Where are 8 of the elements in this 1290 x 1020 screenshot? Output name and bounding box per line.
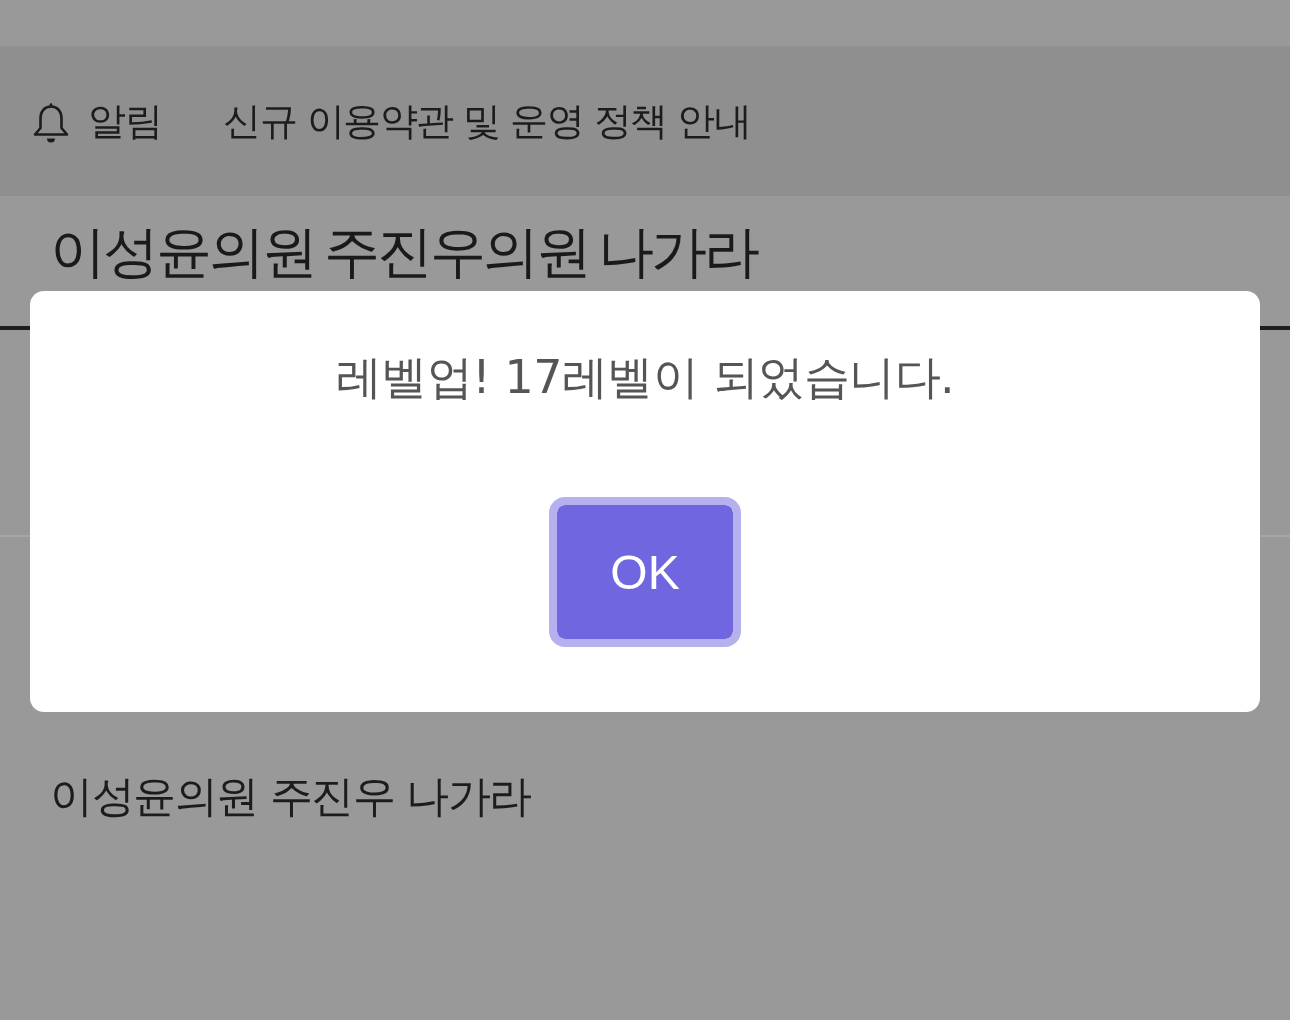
dialog-message: 레벨업! 17레벨이 되었습니다. (335, 350, 955, 406)
ok-button[interactable]: OK (549, 497, 741, 648)
notice-bar[interactable]: 알림 신규 이용약관 및 운영 정책 안내 (0, 47, 1290, 196)
notice-label: 알림 (88, 98, 161, 145)
bell-icon (32, 101, 70, 144)
post-title: 이성윤의원 주진우의원 나가라 (50, 218, 757, 286)
notice-message[interactable]: 신규 이용약관 및 운영 정책 안내 (223, 98, 751, 145)
post-body-text: 이성윤의원 주진우 나가라 (50, 771, 531, 823)
